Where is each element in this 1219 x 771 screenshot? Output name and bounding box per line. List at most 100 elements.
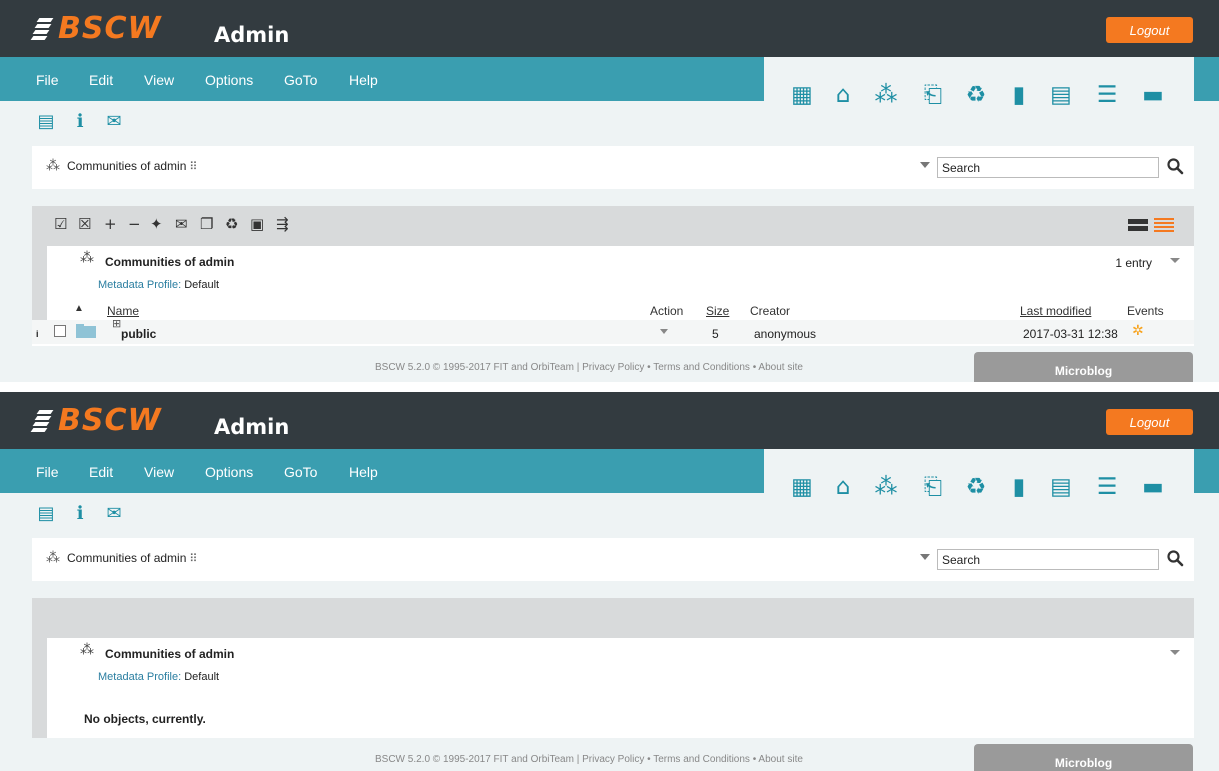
menu-options[interactable]: Options bbox=[205, 72, 253, 88]
zip-icon[interactable]: ▣ bbox=[250, 215, 264, 233]
briefcase-icon[interactable]: ▬ bbox=[1140, 82, 1166, 108]
folder-listing: ⁂ Communities of admin Metadata Profile:… bbox=[32, 246, 1194, 346]
footer-text[interactable]: BSCW 5.2.0 © 1995-2017 FIT and OrbiTeam … bbox=[375, 362, 803, 373]
menu-help[interactable]: Help bbox=[349, 72, 378, 88]
column-events: Events bbox=[1127, 304, 1164, 318]
folder-title: Communities of admin bbox=[105, 647, 235, 661]
search-input[interactable] bbox=[937, 549, 1159, 570]
address-book-icon[interactable]: ▮ bbox=[1006, 82, 1032, 108]
list-icon[interactable]: ▤ bbox=[36, 111, 56, 137]
expand-tree-icon[interactable]: ⊞ bbox=[112, 317, 121, 330]
tasks-icon[interactable]: ☰ bbox=[1094, 82, 1120, 108]
calendar-icon[interactable]: ▤ bbox=[1048, 474, 1074, 500]
logo-text: BSCW bbox=[58, 10, 162, 46]
home-icon[interactable]: ⌂ bbox=[830, 474, 856, 500]
search-icon[interactable] bbox=[1166, 549, 1184, 567]
delete-icon[interactable]: ♻ bbox=[225, 215, 238, 233]
metadata-label[interactable]: Metadata Profile: bbox=[98, 279, 181, 291]
menu-edit[interactable]: Edit bbox=[89, 464, 113, 480]
column-size[interactable]: Size bbox=[706, 304, 729, 318]
metadata-profile: Metadata Profile: Default bbox=[98, 279, 219, 291]
menu-help[interactable]: Help bbox=[349, 464, 378, 480]
menu-edit[interactable]: Edit bbox=[89, 72, 113, 88]
sort-ascending-icon[interactable]: ▲ bbox=[74, 303, 84, 314]
menu-options[interactable]: Options bbox=[205, 464, 253, 480]
folder-menu-caret-icon[interactable] bbox=[1170, 650, 1180, 655]
send-icon[interactable]: ✉ bbox=[175, 215, 188, 233]
community-icon: ⁂ bbox=[46, 550, 60, 566]
select-all-icon[interactable]: ☑ bbox=[54, 215, 67, 233]
grid-icon[interactable]: ▦ bbox=[789, 82, 815, 108]
users-icon[interactable]: ⁂ bbox=[873, 474, 899, 500]
column-name[interactable]: Name bbox=[107, 304, 139, 318]
search-icon[interactable] bbox=[1166, 157, 1184, 175]
collapse-icon[interactable]: − bbox=[128, 215, 141, 233]
microblog-tab[interactable]: Microblog bbox=[974, 352, 1193, 382]
menu-view[interactable]: View bbox=[144, 464, 174, 480]
calendar-icon[interactable]: ▤ bbox=[1048, 82, 1074, 108]
grid-icon[interactable]: ▦ bbox=[789, 474, 815, 500]
tasks-icon[interactable]: ☰ bbox=[1094, 474, 1120, 500]
expand-icon[interactable]: + bbox=[104, 215, 117, 233]
home-icon[interactable]: ⌂ bbox=[830, 82, 856, 108]
microblog-tab[interactable]: Microblog bbox=[974, 744, 1193, 771]
logo-mark-icon bbox=[30, 15, 54, 41]
folder-listing: ⁂ Communities of admin Metadata Profile:… bbox=[32, 638, 1194, 738]
table-row[interactable]: i ⊞ public 5 anonymous 2017-03-31 12:38 … bbox=[32, 317, 1194, 344]
breadcrumb-label[interactable]: Communities of admin ⠿ bbox=[67, 159, 197, 173]
logout-button[interactable]: Logout bbox=[1106, 17, 1193, 43]
verify-icon[interactable]: ✦ bbox=[150, 215, 163, 233]
breadcrumb-label[interactable]: Communities of admin ⠿ bbox=[67, 551, 197, 565]
trash-icon[interactable]: ♻ bbox=[963, 82, 989, 108]
search-options-caret-icon[interactable] bbox=[920, 162, 930, 168]
footer-text[interactable]: BSCW 5.2.0 © 1995-2017 FIT and OrbiTeam … bbox=[375, 754, 803, 765]
search-options-caret-icon[interactable] bbox=[920, 554, 930, 560]
compact-view-icon[interactable] bbox=[1128, 218, 1148, 232]
logout-button[interactable]: Logout bbox=[1106, 409, 1193, 435]
clipboard-icon[interactable]: ⎗ bbox=[920, 474, 946, 500]
mail-file-icon[interactable]: ✉ bbox=[104, 503, 124, 529]
info-icon[interactable]: ℹ bbox=[70, 111, 90, 137]
folder-menu-caret-icon[interactable] bbox=[1170, 258, 1180, 263]
trash-icon[interactable]: ♻ bbox=[963, 474, 989, 500]
list-icon[interactable]: ▤ bbox=[36, 503, 56, 529]
app-title: Admin bbox=[214, 23, 290, 47]
list-view-icon[interactable] bbox=[1154, 218, 1174, 232]
row-action-caret-icon[interactable] bbox=[660, 329, 668, 334]
search-input[interactable] bbox=[937, 157, 1159, 178]
row-name[interactable]: public bbox=[121, 327, 156, 341]
bscw-logo[interactable]: BSCW bbox=[30, 10, 162, 46]
action-bar: ☑ ☒ + − ✦ ✉ ❐ ♻ ▣ ⇶ bbox=[32, 206, 1194, 246]
bscw-logo[interactable]: BSCW bbox=[30, 402, 162, 438]
briefcase-icon[interactable]: ▬ bbox=[1140, 474, 1166, 500]
copy-icon[interactable]: ❐ bbox=[200, 215, 213, 233]
row-info-icon[interactable]: i bbox=[36, 329, 39, 339]
deselect-icon[interactable]: ☒ bbox=[78, 215, 91, 233]
mail-file-icon[interactable]: ✉ bbox=[104, 111, 124, 137]
menu-file[interactable]: File bbox=[36, 72, 59, 88]
member-grid-icon: ⠿ bbox=[189, 160, 198, 173]
menu-goto[interactable]: GoTo bbox=[284, 72, 317, 88]
sub-toolbar: ▤ ℹ ✉ bbox=[36, 503, 124, 529]
breadcrumb: ⁂ Communities of admin ⠿ bbox=[32, 538, 1194, 581]
event-star-icon[interactable]: ✲ bbox=[1132, 323, 1144, 339]
info-icon[interactable]: ℹ bbox=[70, 503, 90, 529]
column-creator[interactable]: Creator bbox=[750, 304, 790, 318]
sub-toolbar: ▤ ℹ ✉ bbox=[36, 111, 124, 137]
member-grid-icon: ⠿ bbox=[189, 552, 198, 565]
community-icon: ⁂ bbox=[80, 642, 94, 658]
move-icon[interactable]: ⇶ bbox=[276, 215, 289, 233]
menu-goto[interactable]: GoTo bbox=[284, 464, 317, 480]
app-title: Admin bbox=[214, 415, 290, 439]
clipboard-icon[interactable]: ⎗ bbox=[920, 82, 946, 108]
menu-file[interactable]: File bbox=[36, 464, 59, 480]
screen-panel-empty: BSCW Admin Logout File Edit View Options… bbox=[0, 392, 1219, 771]
users-icon[interactable]: ⁂ bbox=[873, 82, 899, 108]
metadata-label[interactable]: Metadata Profile: bbox=[98, 671, 181, 683]
column-last-modified[interactable]: Last modified bbox=[1020, 304, 1091, 318]
listing-left-strip bbox=[32, 246, 47, 322]
row-checkbox[interactable] bbox=[54, 325, 66, 337]
address-book-icon[interactable]: ▮ bbox=[1006, 474, 1032, 500]
menu-view[interactable]: View bbox=[144, 72, 174, 88]
row-creator[interactable]: anonymous bbox=[754, 327, 816, 341]
